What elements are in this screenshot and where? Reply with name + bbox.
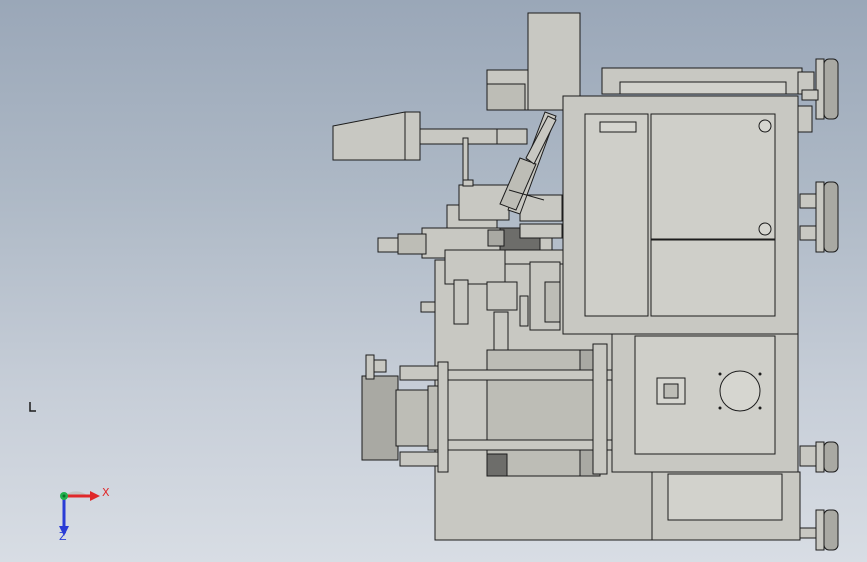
spindle-arm	[332, 111, 421, 161]
tower-roller	[486, 83, 526, 111]
guide-bar-bottom	[439, 439, 613, 451]
view-triad[interactable]: X Y Z	[48, 482, 118, 544]
spindle-shaft	[419, 128, 501, 145]
x-axis-label: X	[102, 486, 110, 499]
top-tower-block	[527, 12, 581, 111]
guide-bar-top	[439, 369, 613, 381]
cabinet-upper-door	[650, 113, 776, 240]
graphics-viewport[interactable]: X Y Z	[0, 0, 867, 562]
vertical-spindle-left	[453, 279, 469, 325]
leveling-feet	[797, 58, 839, 551]
cabinet-lower-door	[650, 239, 776, 317]
control-dial	[719, 370, 761, 412]
left-cylinder-unit	[361, 354, 449, 473]
z-axis-label: Z	[59, 530, 67, 543]
cabinet-left-panel	[584, 113, 649, 317]
machine-model[interactable]	[0, 0, 867, 562]
origin-mark-icon	[29, 402, 36, 412]
